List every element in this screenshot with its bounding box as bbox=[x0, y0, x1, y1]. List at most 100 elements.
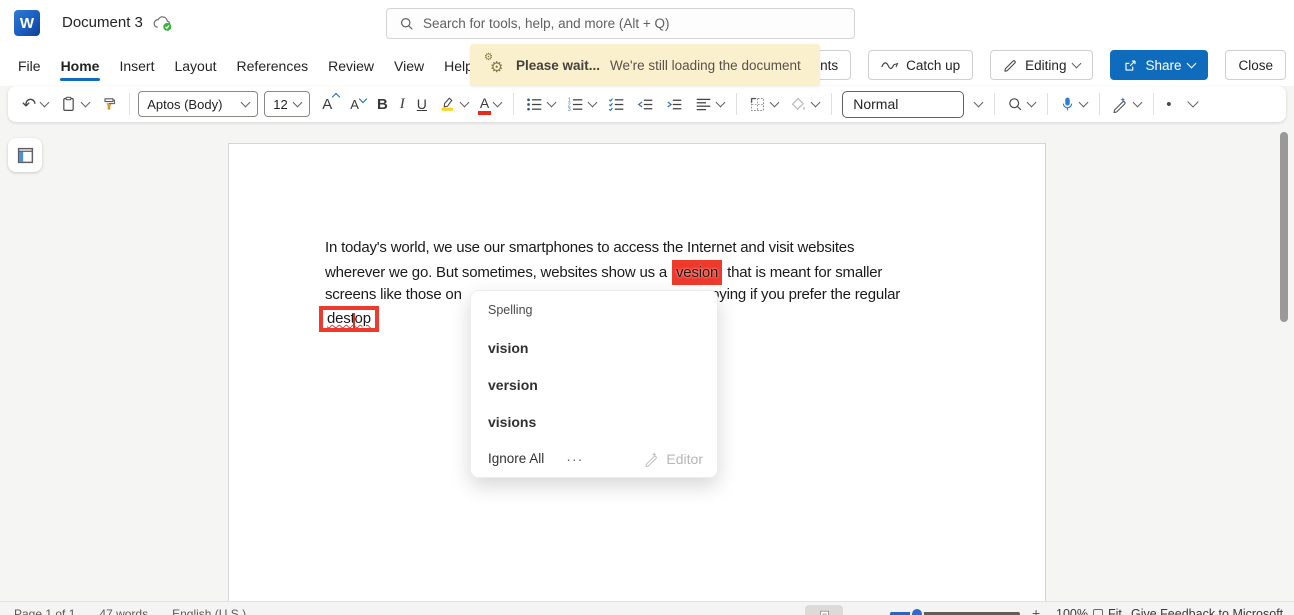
document-text-line: In today's world, we use our smartphones… bbox=[325, 239, 855, 256]
chevron-down-icon bbox=[715, 97, 726, 107]
chevron-down-icon bbox=[1186, 96, 1199, 108]
chevron-down-icon bbox=[546, 97, 557, 107]
editor-option[interactable]: Editor bbox=[644, 451, 703, 467]
font-name-value: Aptos (Body) bbox=[147, 96, 223, 112]
word-count[interactable]: 47 words bbox=[99, 607, 148, 615]
format-painter-button[interactable] bbox=[97, 90, 121, 118]
document-text-line: noying if you prefer the regular bbox=[703, 286, 901, 303]
paste-button[interactable] bbox=[56, 90, 93, 118]
navigation-pane-toggle[interactable] bbox=[8, 138, 42, 172]
chevron-down-icon bbox=[587, 97, 598, 107]
word-logo-letter: W bbox=[19, 14, 35, 32]
share-icon bbox=[1123, 58, 1138, 73]
paint-bucket-icon bbox=[790, 96, 807, 113]
menu-file[interactable]: File bbox=[8, 49, 51, 85]
language-status[interactable]: English (U.S.) bbox=[172, 607, 246, 615]
chevron-down-icon bbox=[973, 97, 984, 107]
app-search-bar[interactable] bbox=[386, 8, 855, 39]
decrease-indent-button[interactable] bbox=[633, 90, 658, 118]
spelling-suggestion-version[interactable]: version bbox=[471, 366, 717, 403]
more-commands-button[interactable]: • bbox=[1162, 90, 1175, 118]
checklist-icon bbox=[608, 96, 625, 113]
menu-review[interactable]: Review bbox=[318, 49, 384, 85]
checklist-button[interactable] bbox=[604, 90, 629, 118]
highlight-button[interactable] bbox=[435, 90, 472, 118]
alignment-button[interactable] bbox=[691, 90, 728, 118]
catch-up-button[interactable]: Catch up bbox=[868, 50, 974, 80]
chevron-down-icon bbox=[459, 97, 470, 107]
styles-select[interactable]: Normal bbox=[842, 90, 965, 118]
pencil-icon bbox=[1003, 58, 1018, 73]
feedback-link[interactable]: Give Feedback to Microsoft bbox=[1131, 607, 1283, 615]
ribbon-toolbar: ↶ Aptos (Body) 12 A A B I U A 1 2 3 Norm… bbox=[8, 86, 1286, 122]
shrink-font-button[interactable]: A bbox=[346, 90, 368, 118]
spelling-suggestion-vision[interactable]: vision bbox=[471, 329, 717, 366]
editor-label: Editor bbox=[666, 450, 703, 467]
bullet-list-button[interactable] bbox=[522, 90, 559, 118]
style-name-value: Normal bbox=[853, 96, 899, 112]
format-painter-icon bbox=[101, 95, 117, 113]
styles-dropdown-button[interactable] bbox=[966, 90, 986, 118]
close-button[interactable]: Close bbox=[1225, 50, 1286, 80]
document-title[interactable]: Document 3 bbox=[62, 14, 143, 31]
chevron-down-icon bbox=[240, 97, 251, 107]
editing-mode-button[interactable]: Editing bbox=[990, 50, 1094, 80]
share-button[interactable]: Share bbox=[1110, 50, 1209, 80]
menu-home[interactable]: Home bbox=[51, 49, 110, 85]
misspelled-word-vesion[interactable]: vesion bbox=[672, 259, 723, 285]
increase-indent-button[interactable] bbox=[662, 90, 687, 118]
menu-layout[interactable]: Layout bbox=[164, 49, 226, 85]
spelling-suggestion-visions[interactable]: visions bbox=[471, 403, 717, 440]
menu-references[interactable]: References bbox=[227, 49, 319, 85]
more-options-icon[interactable]: ··· bbox=[566, 451, 583, 467]
editing-label: Editing bbox=[1025, 57, 1067, 73]
find-button[interactable] bbox=[1003, 90, 1039, 118]
chevron-down-icon bbox=[769, 97, 780, 107]
font-color-button[interactable]: A bbox=[476, 90, 505, 118]
menu-insert[interactable]: Insert bbox=[109, 49, 164, 85]
fit-toggle[interactable]: Fit bbox=[1093, 607, 1122, 615]
editor-button[interactable] bbox=[1108, 90, 1145, 118]
shrink-font-icon: A bbox=[350, 94, 368, 112]
divider bbox=[1047, 93, 1049, 115]
dictate-button[interactable] bbox=[1056, 90, 1091, 118]
nav-pane-icon bbox=[16, 146, 35, 165]
bold-button[interactable]: B bbox=[373, 90, 392, 118]
word-logo-icon[interactable]: W bbox=[14, 10, 40, 36]
chevron-down-icon bbox=[1132, 97, 1143, 107]
menu-view[interactable]: View bbox=[384, 49, 434, 85]
misspelled-word-destop[interactable]: destop bbox=[319, 306, 379, 332]
loading-banner: ⚙ ⚙ Please wait... We're still loading th… bbox=[470, 44, 820, 86]
undo-button[interactable]: ↶ bbox=[18, 90, 52, 118]
divider bbox=[736, 93, 738, 115]
font-name-select[interactable]: Aptos (Body) bbox=[138, 91, 259, 117]
page-count[interactable]: Page 1 of 1 bbox=[14, 607, 75, 615]
page-view-button[interactable] bbox=[805, 605, 843, 615]
vertical-scrollbar[interactable] bbox=[1280, 132, 1288, 322]
borders-button[interactable] bbox=[745, 90, 782, 118]
clipboard-icon bbox=[60, 95, 77, 113]
underline-button[interactable]: U bbox=[413, 90, 431, 118]
document-text-line: screens like those on bbox=[325, 286, 462, 303]
spelling-menu-header: Spelling bbox=[488, 303, 533, 317]
misspelled-word-label: destop bbox=[327, 310, 371, 327]
page-icon bbox=[818, 609, 831, 615]
collapse-ribbon-button[interactable] bbox=[1180, 90, 1201, 118]
search-input[interactable] bbox=[423, 16, 842, 31]
chevron-down-icon bbox=[292, 97, 303, 107]
chevron-down-icon bbox=[80, 97, 91, 107]
microphone-icon bbox=[1060, 95, 1075, 113]
italic-button[interactable]: I bbox=[396, 90, 409, 118]
spelling-menu-footer: Ignore All ··· Editor bbox=[471, 440, 717, 477]
word-online-app: W Document 3 File Home Insert Layout Ref… bbox=[0, 0, 1294, 615]
zoom-level[interactable]: 100% bbox=[1056, 607, 1088, 615]
zoom-slider-thumb[interactable] bbox=[910, 607, 924, 615]
banner-title: Please wait... bbox=[516, 57, 601, 73]
banner-message: We're still loading the document bbox=[610, 57, 801, 73]
numbered-list-button[interactable]: 123 bbox=[563, 90, 600, 118]
grow-font-button[interactable]: A bbox=[318, 90, 341, 118]
shading-button[interactable] bbox=[786, 90, 823, 118]
font-size-select[interactable]: 12 bbox=[264, 91, 311, 117]
ignore-all-option[interactable]: Ignore All bbox=[488, 451, 544, 466]
zoom-in-button[interactable]: + bbox=[1032, 605, 1040, 615]
